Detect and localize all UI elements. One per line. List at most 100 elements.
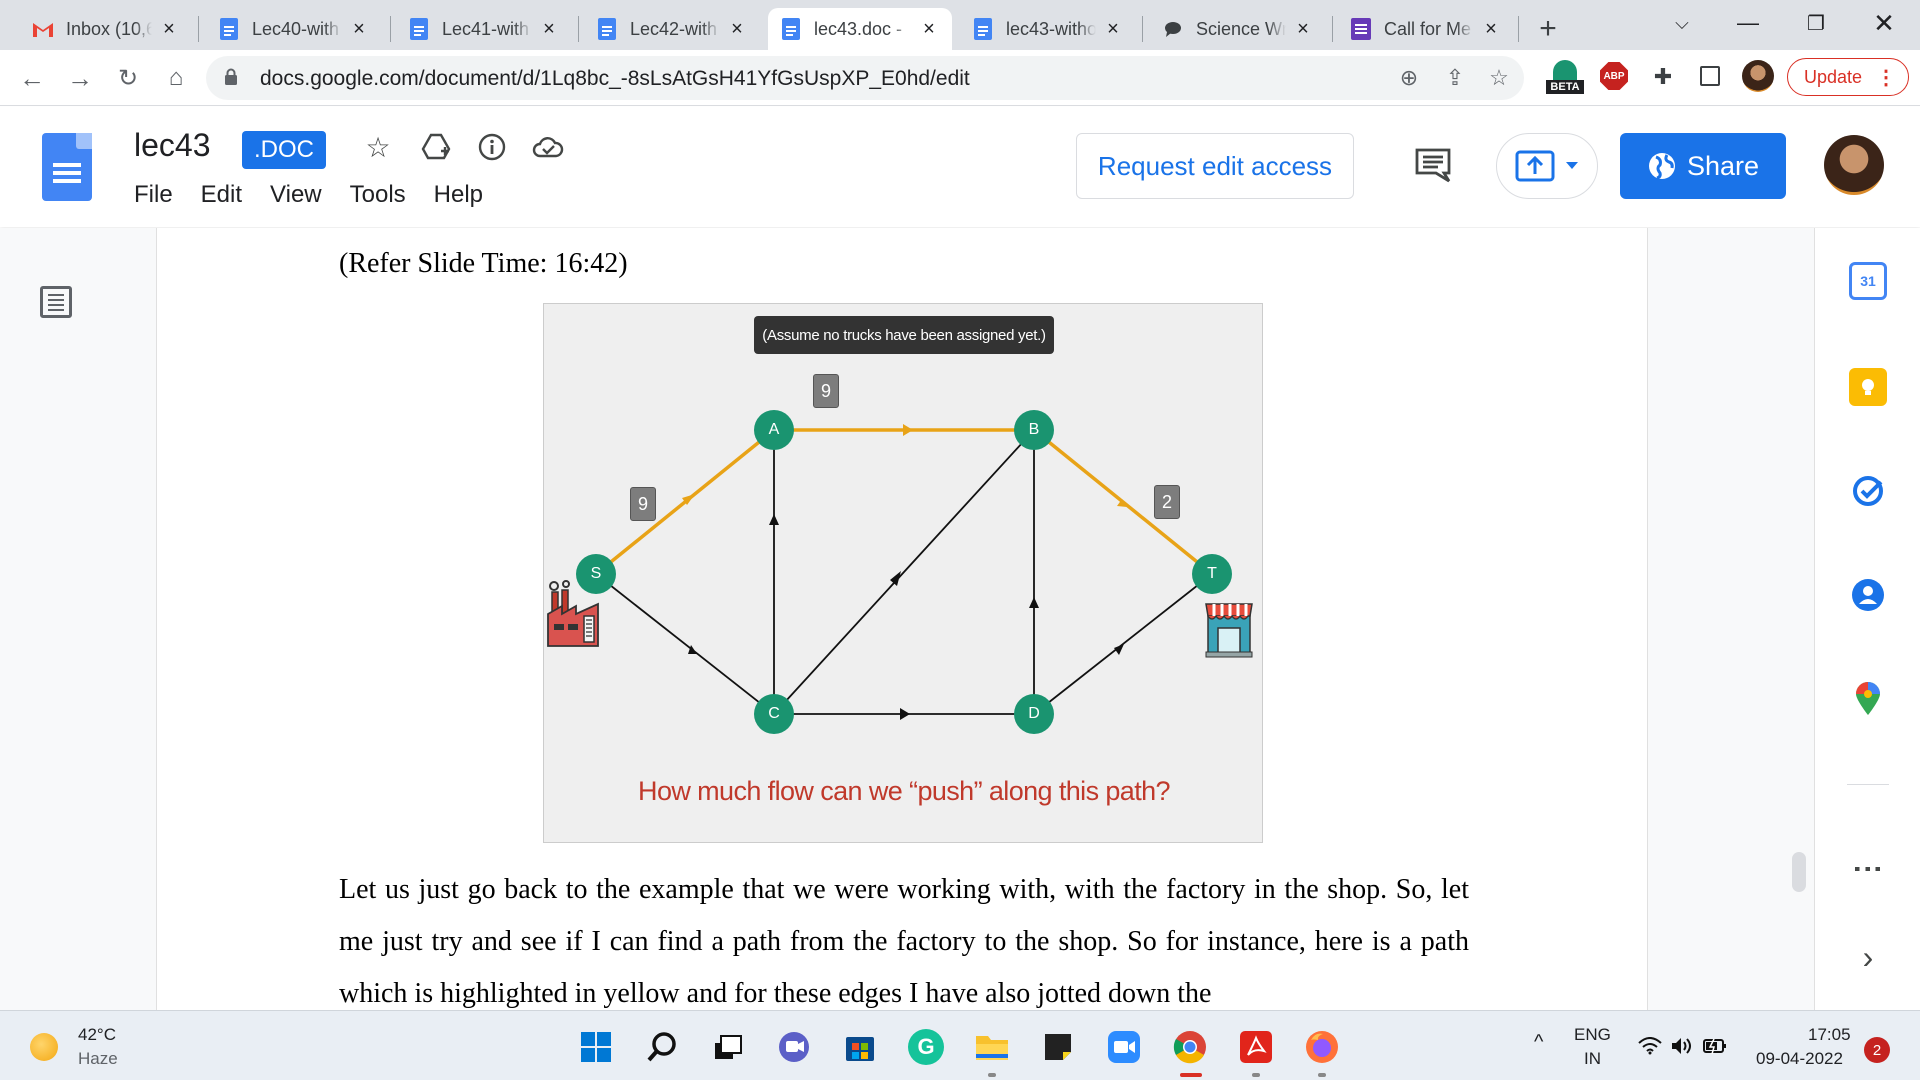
menu-view[interactable]: View [270,181,322,209]
share-button[interactable]: Share [1620,133,1786,199]
menu-file[interactable]: File [134,181,173,209]
search-icon[interactable] [644,1029,680,1065]
language-bottom[interactable]: IN [1584,1049,1601,1069]
share-page-icon[interactable]: ⇪ [1442,65,1468,91]
menu-help[interactable]: Help [434,181,483,209]
forward-icon[interactable]: → [62,60,98,96]
close-icon[interactable]: × [1292,18,1314,40]
menu-tools[interactable]: Tools [350,181,406,209]
temperature[interactable]: 42°C [78,1025,116,1045]
home-icon[interactable]: ⌂ [158,60,194,96]
tab-title: Inbox (10,6 [66,18,152,39]
new-tab-button[interactable]: + [1526,8,1570,50]
restore-icon[interactable]: ❐ [1786,0,1846,46]
menu-edit[interactable]: Edit [201,181,242,209]
chevron-up-icon[interactable]: ^ [1534,1031,1543,1054]
expand-panel-icon[interactable]: › [1849,938,1887,976]
slide-image: (Assume no trucks have been assigned yet… [543,303,1263,843]
tab-lec40[interactable]: Lec40-with × [206,8,382,50]
calendar-icon[interactable]: 31 [1849,262,1887,300]
adblock-icon[interactable]: ABP [1600,62,1628,90]
edge-arrow [890,571,901,586]
clock-time[interactable]: 17:05 [1808,1025,1851,1045]
globe-icon [1648,153,1675,180]
docs-logo-icon[interactable] [42,133,92,201]
close-icon[interactable]: × [1480,18,1502,40]
weather-text[interactable]: Haze [78,1049,118,1069]
slide-question: How much flow can we “push” along this p… [638,776,1170,806]
request-edit-access-button[interactable]: Request edit access [1076,133,1354,199]
close-icon[interactable]: × [726,18,748,40]
beta-extension-icon[interactable]: BETA [1546,58,1584,98]
windows-start-icon[interactable] [578,1029,614,1065]
omnibox[interactable]: docs.google.com/document/d/1Lq8bc_-8sLsA… [206,56,1524,100]
chrome-icon[interactable] [1172,1029,1208,1065]
firefox-icon[interactable] [1304,1029,1340,1065]
file-explorer-icon[interactable] [974,1029,1010,1065]
acrobat-icon[interactable] [1238,1029,1274,1065]
info-icon[interactable] [474,129,510,165]
window-close-icon[interactable]: ✕ [1854,0,1914,46]
transcript-paragraph: Let us just go back to the example that … [339,874,1469,1009]
node-a: A [754,410,794,450]
task-view-icon[interactable] [710,1029,746,1065]
sticky-notes-icon[interactable] [1040,1029,1076,1065]
update-button[interactable]: Update ⋮ [1787,58,1909,96]
volume-icon[interactable] [1670,1035,1694,1057]
bookmark-star-icon[interactable]: ☆ [1486,65,1512,91]
lock-icon[interactable] [224,68,238,86]
close-icon[interactable]: × [538,18,560,40]
keep-icon[interactable] [1849,368,1887,406]
move-to-drive-icon[interactable] [418,129,454,165]
edge-s-c [595,573,775,715]
edge-arrow [769,514,779,525]
reload-icon[interactable]: ↻ [110,60,146,96]
node-b: B [1014,410,1054,450]
document-title[interactable]: lec43 [134,127,211,164]
update-label: Update [1804,66,1863,87]
zoom-app-icon[interactable] [1106,1029,1142,1065]
tab-call-for[interactable]: Call for Me × [1338,8,1514,50]
star-icon[interactable]: ☆ [360,129,396,165]
url-text[interactable]: docs.google.com/document/d/1Lq8bc_-8sLsA… [260,67,970,91]
account-avatar[interactable] [1824,135,1884,195]
profile-avatar[interactable] [1742,60,1774,92]
close-icon[interactable]: × [158,18,180,40]
document-page[interactable]: (Refer Slide Time: 16:42) (Assume no tru… [156,228,1648,1010]
cloud-status-icon[interactable] [530,129,566,165]
more-options-icon[interactable]: ⋮ [1849,850,1887,888]
tab-lec42[interactable]: Lec42-with × [584,8,760,50]
tasks-icon[interactable] [1849,472,1887,510]
zoom-icon[interactable]: ⊕ [1396,65,1422,91]
close-icon[interactable]: × [348,18,370,40]
wifi-icon[interactable] [1638,1037,1662,1055]
close-icon[interactable]: × [1102,18,1124,40]
tab-lec43-active[interactable]: lec43.doc - × [768,8,952,50]
menu-bar: File Edit View Tools Help [134,181,511,209]
grammarly-icon[interactable]: G [908,1029,944,1065]
tab-lec43-without[interactable]: lec43-witho × [960,8,1136,50]
weather-haze-icon[interactable] [30,1033,58,1061]
microsoft-store-icon[interactable] [842,1029,878,1065]
comments-icon[interactable] [1414,147,1452,183]
tab-lec41[interactable]: Lec41-with × [396,8,572,50]
extensions-puzzle-icon[interactable]: ✚ [1650,64,1676,90]
tab-gmail[interactable]: Inbox (10,6 × [20,8,192,50]
notification-badge[interactable]: 2 [1864,1037,1890,1063]
close-icon[interactable]: × [918,18,940,40]
document-outline-icon[interactable] [40,286,72,318]
clock-date[interactable]: 09-04-2022 [1756,1049,1843,1069]
tab-search-icon[interactable]: ⌵ [1652,0,1712,46]
maps-icon[interactable] [1849,680,1887,718]
battery-icon[interactable] [1702,1037,1728,1055]
tab-science[interactable]: Science Wri × [1150,8,1326,50]
teams-chat-icon[interactable] [776,1029,812,1065]
present-button[interactable] [1496,133,1598,199]
side-panel-icon[interactable] [1700,66,1720,86]
back-icon[interactable]: ← [14,60,50,96]
minimize-icon[interactable]: — [1718,0,1778,46]
language-top[interactable]: ENG [1574,1025,1611,1045]
scrollbar-thumb[interactable] [1792,852,1806,892]
docs-header: lec43 .DOC ☆ File Edit View Tools Help R… [0,107,1920,227]
contacts-icon[interactable] [1849,576,1887,614]
